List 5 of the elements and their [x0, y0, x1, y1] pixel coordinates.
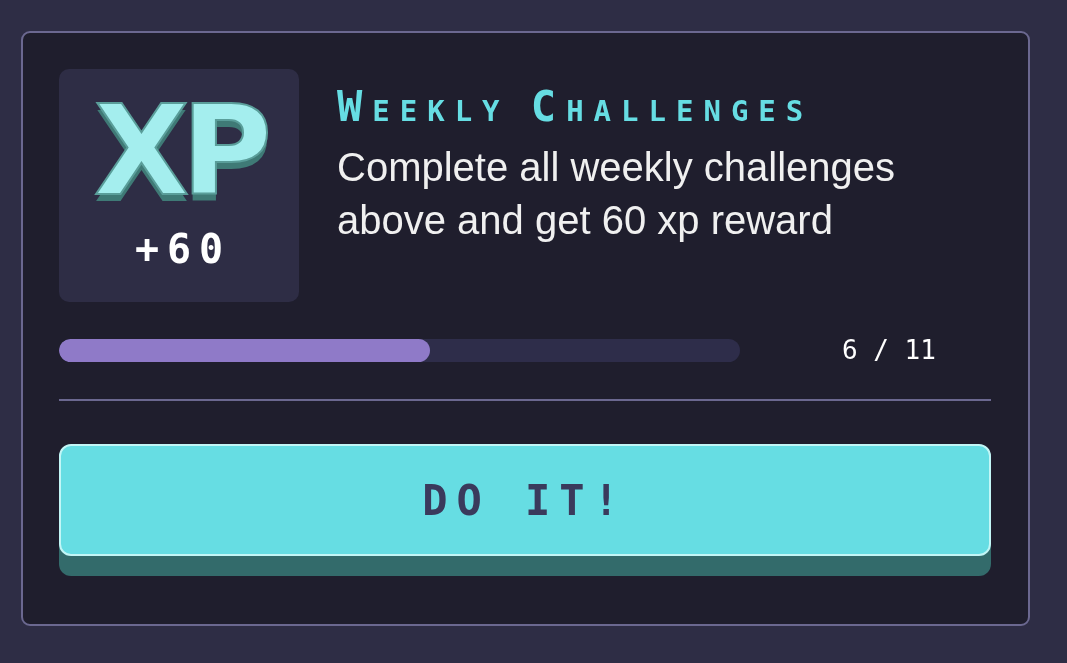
progress-count: 6 / 11 — [842, 339, 936, 362]
challenge-title: Weekly Challenges — [337, 85, 815, 129]
xp-logo: XP — [93, 93, 265, 209]
reward-amount: +60 — [134, 227, 232, 271]
challenge-description: Complete all weekly challenges above and get 60 xp reward — [337, 144, 897, 244]
